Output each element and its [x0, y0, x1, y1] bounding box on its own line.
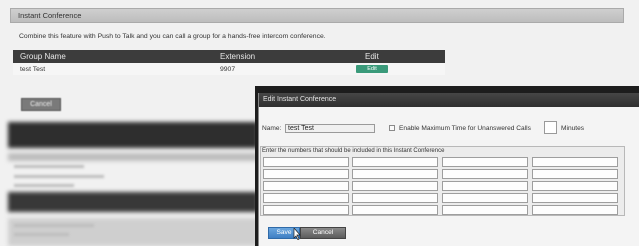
minutes-label: Minutes	[561, 125, 585, 132]
cancel-button[interactable]: Cancel	[300, 227, 346, 239]
name-input[interactable]	[285, 124, 375, 133]
number-entry-field[interactable]	[352, 205, 438, 215]
enable-max-time-label: Enable Maximum Time for Unanswered Calls	[399, 125, 531, 132]
minutes-input[interactable]	[544, 121, 557, 134]
number-entry-field[interactable]	[442, 169, 528, 179]
mouse-cursor-icon	[293, 228, 301, 240]
dialog-title-bar: Edit Instant Conference	[259, 93, 639, 107]
number-entry-field[interactable]	[263, 169, 349, 179]
page-header: Instant Conference	[10, 8, 624, 23]
number-entry-field[interactable]	[352, 169, 438, 179]
name-label: Name:	[262, 125, 282, 132]
number-entry-field[interactable]	[263, 205, 349, 215]
number-entry-field[interactable]	[442, 181, 528, 191]
number-entry-field[interactable]	[263, 157, 349, 167]
number-entry-field[interactable]	[442, 205, 528, 215]
number-entry-field[interactable]	[352, 193, 438, 203]
column-header-extension: Extension	[220, 52, 256, 61]
page-title: Instant Conference	[18, 11, 82, 20]
table-header: Group Name Extension Edit	[13, 50, 445, 63]
number-entry-field[interactable]	[263, 181, 349, 191]
number-entry-field[interactable]	[532, 169, 618, 179]
number-entry-field[interactable]	[532, 193, 618, 203]
background-menu-block	[8, 192, 258, 212]
number-entry-field[interactable]	[352, 157, 438, 167]
number-entry-field[interactable]	[442, 193, 528, 203]
numbers-instruction: Enter the numbers that should be include…	[262, 148, 445, 154]
number-entry-field[interactable]	[263, 193, 349, 203]
enable-max-time-checkbox[interactable]	[389, 125, 395, 131]
number-entry-field[interactable]	[532, 205, 618, 215]
column-header-edit: Edit	[365, 52, 379, 61]
edit-button[interactable]: Edit	[356, 65, 388, 73]
feature-description: Combine this feature with Push to Talk a…	[19, 33, 326, 40]
background-stripe	[14, 184, 74, 187]
cancel-button-background[interactable]: Cancel	[21, 98, 61, 111]
row-extension: 9907	[220, 66, 236, 73]
background-stripe	[14, 165, 84, 168]
number-entry-field[interactable]	[532, 181, 618, 191]
row-group-name: test Test	[20, 66, 46, 73]
number-entry-field[interactable]	[352, 181, 438, 191]
column-header-group-name: Group Name	[20, 52, 66, 61]
background-stripe	[14, 233, 69, 236]
number-entry-field[interactable]	[532, 157, 618, 167]
background-menu-block	[8, 153, 258, 161]
background-menu-block	[8, 218, 258, 246]
background-stripe	[14, 175, 104, 178]
number-entry-field[interactable]	[442, 157, 528, 167]
background-menu-block	[8, 122, 258, 148]
background-stripe	[14, 224, 94, 227]
dialog-title: Edit Instant Conference	[263, 96, 337, 103]
